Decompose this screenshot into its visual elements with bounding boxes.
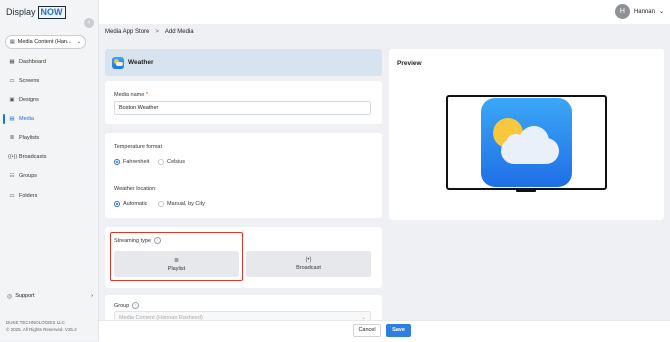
chevron-left-icon: ‹ <box>87 19 91 26</box>
chevron-down-icon: ⌄ <box>658 9 664 15</box>
radio-dot <box>158 201 164 207</box>
footer-rights: © 2025. All Rights Reserved. V25.2 <box>6 327 77 332</box>
radio-automatic[interactable]: Automatic <box>114 201 147 207</box>
folders-icon: ▭ <box>9 193 15 199</box>
logo-text-now: NOW <box>37 5 66 19</box>
breadcrumb-media-app-store[interactable]: Media App Store <box>105 29 149 35</box>
media-icon: ▤ <box>9 116 15 122</box>
sidebar-item-broadcasts[interactable]: ((•)) Broadcasts <box>0 150 99 164</box>
logo-text-display: Display <box>6 7 36 17</box>
sidebar-item-support[interactable]: ◎ Support › <box>0 290 93 302</box>
workspace-icon: ▤ <box>10 39 15 45</box>
footer-company: DUKE TECHNOLOGIES LLC <box>6 320 65 325</box>
cancel-button[interactable]: Cancel <box>353 324 381 337</box>
save-button[interactable]: Save <box>386 324 411 337</box>
streaming-option-broadcast[interactable]: (•) Broadcast <box>246 251 371 277</box>
user-name: Hannan <box>633 8 655 15</box>
app-header: Weather <box>105 49 382 76</box>
sidebar-item-label: Playlists <box>19 135 40 141</box>
user-menu[interactable]: H Hannan ⌄ <box>614 4 664 19</box>
preview-title: Preview <box>397 60 422 67</box>
radio-label: Manual, by City <box>167 201 205 207</box>
tv-stand <box>516 189 536 192</box>
sidebar-item-label: Groups <box>19 173 38 179</box>
chevron-right-icon: › <box>91 293 93 299</box>
groups-icon: ☷ <box>9 173 15 179</box>
support-label: Support <box>15 293 35 299</box>
streaming-option-label: Broadcast <box>296 265 321 271</box>
sidebar-item-label: Media <box>19 116 34 122</box>
app-title: Weather <box>128 59 154 66</box>
sidebar-item-media[interactable]: ▤ Media <box>0 112 99 126</box>
sidebar: Display NOW ‹ ▤ Media Content (Han... ⌄ … <box>0 0 99 341</box>
top-bar: H Hannan ⌄ <box>99 0 670 24</box>
sidebar-item-playlists[interactable]: ≣ Playlists <box>0 131 99 145</box>
sidebar-item-label: Folders <box>19 193 38 199</box>
group-label: Group i <box>114 302 140 309</box>
weather-location-label: Weather location: <box>114 186 157 192</box>
radio-fahrenheit[interactable]: Fahrenheit <box>114 159 149 165</box>
workspace-label: Media Content (Han... <box>17 39 72 45</box>
sidebar-item-label: Screens <box>19 78 40 84</box>
broadcasts-icon: ((•)) <box>8 154 18 160</box>
dashboard-icon: ▦ <box>9 59 15 65</box>
support-icon: ◎ <box>7 293 13 300</box>
workspace-selector[interactable]: ▤ Media Content (Han... ⌄ <box>5 35 86 49</box>
radio-label: Automatic <box>123 201 148 207</box>
sidebar-item-folders[interactable]: ▭ Folders <box>0 189 99 203</box>
radio-dot <box>114 159 120 165</box>
breadcrumb: Media App Store > Add Media <box>105 29 194 35</box>
radio-celsius[interactable]: Celsius <box>158 159 185 165</box>
broadcast-icon: (•) <box>305 257 312 263</box>
screens-icon: ▭ <box>9 78 15 84</box>
weather-app-icon <box>112 56 124 69</box>
media-name-label: Media name * <box>114 92 148 98</box>
sidebar-item-groups[interactable]: ☷ Groups <box>0 169 99 183</box>
radio-label: Celsius <box>167 159 186 165</box>
highlight-annotation <box>110 232 243 281</box>
displaynow-logo[interactable]: Display NOW <box>6 5 66 19</box>
sidebar-item-label: Designs <box>19 97 39 103</box>
radio-manual-by-city[interactable]: Manual, by City <box>158 201 205 207</box>
radio-dot <box>114 201 120 207</box>
info-icon[interactable]: i <box>132 302 140 309</box>
breadcrumb-separator: > <box>155 29 159 35</box>
sidebar-item-label: Broadcasts <box>19 154 47 160</box>
sidebar-item-designs[interactable]: ▣ Designs <box>0 93 99 107</box>
collapse-sidebar-button[interactable]: ‹ <box>84 18 94 28</box>
radio-label: Fahrenheit <box>123 159 150 165</box>
breadcrumb-add-media: Add Media <box>164 29 194 35</box>
action-bar <box>99 320 670 342</box>
media-name-input[interactable]: Boston Weather <box>114 101 371 115</box>
temperature-format-label: Temperature format <box>114 144 162 150</box>
chevron-down-icon: ⌄ <box>76 39 81 45</box>
weather-preview-icon <box>481 98 572 187</box>
avatar: H <box>614 4 630 19</box>
sidebar-item-label: Dashboard <box>19 59 46 65</box>
sidebar-item-screens[interactable]: ▭ Screens <box>0 74 99 88</box>
designs-icon: ▣ <box>9 97 15 103</box>
playlists-icon: ≣ <box>9 135 15 141</box>
sidebar-item-dashboard[interactable]: ▦ Dashboard <box>0 55 99 69</box>
radio-dot <box>158 159 164 165</box>
